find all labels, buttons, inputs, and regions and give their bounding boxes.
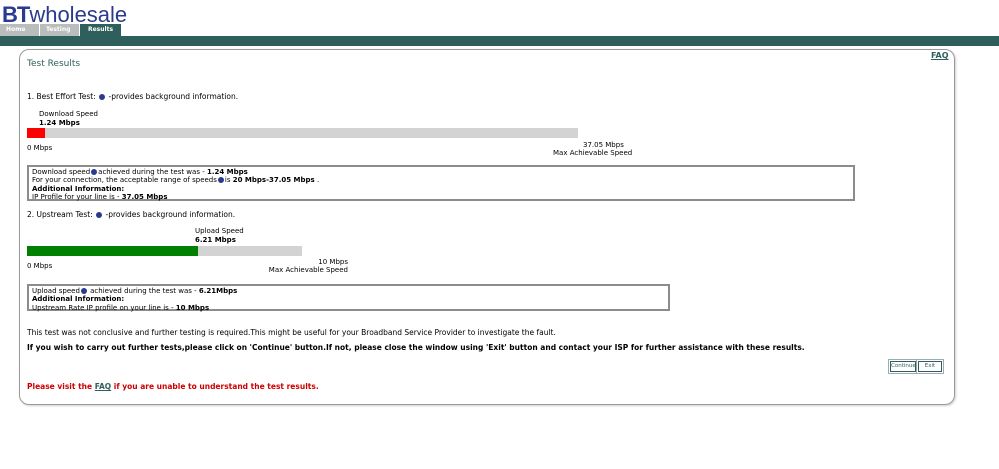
upload-info-box: Upload speed achieved during the test wa… [27, 284, 670, 312]
download-info-line3-label: IP Profile for your line is - [32, 192, 122, 201]
instruction-text: If you wish to carry out further tests,p… [27, 343, 805, 352]
footer-prefix: Please visit the [27, 382, 95, 391]
download-speed-bar [27, 128, 578, 138]
inconclusive-note: This test was not conclusive and further… [27, 328, 556, 337]
nav-tabs: Home Testing Results [0, 24, 122, 36]
download-max-value: 37.05 Mbps [583, 141, 624, 149]
page-title: Test Results [27, 59, 81, 69]
upload-info-line1-label: Upload speed [32, 287, 80, 295]
footer-suffix: if you are unable to understand the test… [111, 382, 319, 391]
download-heading-label: 1. Best Effort Test: [27, 92, 96, 101]
download-speed-value: 1.24 Mbps [39, 119, 80, 127]
tab-home[interactable]: Home [0, 24, 40, 36]
download-info-line3: IP Profile for your line is - 37.05 Mbps [32, 193, 850, 201]
upload-info-line2: Upstream Rate IP profile on your line is… [32, 304, 665, 312]
info-icon[interactable] [80, 288, 87, 294]
upload-info-line1-text: achieved during the test was - [87, 287, 199, 295]
info-icon[interactable] [217, 177, 224, 184]
download-info-line1-label: Download speed [32, 168, 91, 176]
download-max-label: Max Achievable Speed [553, 149, 633, 157]
download-info-line1-value: 1.24 Mbps [206, 168, 248, 176]
bt-wholesale-logo: BTwholesale [2, 2, 127, 27]
download-info-line1: Download speed achieved during the test w… [32, 168, 850, 176]
faq-footer-text: Please visit the FAQ if you are unable t… [27, 382, 319, 391]
info-icon[interactable] [99, 94, 106, 100]
download-info-line2-text: is [224, 176, 233, 185]
download-heading-suffix: -provides background information. [108, 92, 239, 101]
download-info-line3-value: 37.05 Mbps [121, 192, 168, 201]
download-heading: 1. Best Effort Test: -provides backgroun… [27, 92, 238, 101]
footer-faq-link[interactable]: FAQ [95, 382, 111, 391]
download-info-box: Download speed achieved during the test w… [27, 165, 855, 201]
upload-heading: 2. Upstream Test: -provides background i… [27, 210, 235, 219]
download-min-label: 0 Mbps [27, 144, 53, 152]
download-speed-fill [27, 128, 46, 138]
tab-testing[interactable]: Testing [40, 24, 80, 36]
upload-max-label: Max Achievable Speed [268, 266, 348, 274]
download-speed-label: Download Speed [39, 110, 98, 118]
upload-heading-suffix: -provides background information. [105, 210, 236, 219]
download-additional-info-heading: Additional Information: [32, 184, 125, 193]
upload-info-line2-label: Upstream Rate IP profile on your line is… [32, 303, 176, 312]
upload-heading-label: 2. Upstream Test: [27, 210, 93, 219]
tab-results[interactable]: Results [80, 24, 122, 36]
download-info-line1-text: achieved during the test was - [98, 168, 207, 176]
info-icon[interactable] [96, 212, 103, 218]
upload-max-value: 10 Mbps [318, 258, 348, 266]
upload-info-line1: Upload speed achieved during the test wa… [32, 287, 665, 295]
upload-info-line1-value: 6.21Mbps [198, 287, 238, 295]
info-icon[interactable] [91, 169, 98, 175]
upload-speed-label: Upload Speed [195, 227, 244, 235]
exit-button[interactable]: Exit [918, 361, 942, 372]
header-bar [0, 36, 999, 46]
continue-button[interactable]: Continue [890, 361, 916, 372]
upload-additional-info-heading: Additional Information: [32, 295, 125, 304]
download-info-line2-suffix: . [314, 176, 320, 185]
upload-min-label: 0 Mbps [27, 262, 53, 270]
upload-speed-bar [27, 246, 302, 256]
upload-speed-value: 6.21 Mbps [195, 236, 236, 244]
download-info-line2-value: 20 Mbps-37.05 Mbps [232, 176, 315, 185]
upload-info-line2-value: 10 Mbps [175, 303, 210, 312]
download-info-line2: For your connection, the acceptable rang… [32, 176, 850, 184]
download-info-line2-label: For your connection, the acceptable rang… [32, 176, 217, 185]
upload-speed-fill [27, 246, 198, 256]
